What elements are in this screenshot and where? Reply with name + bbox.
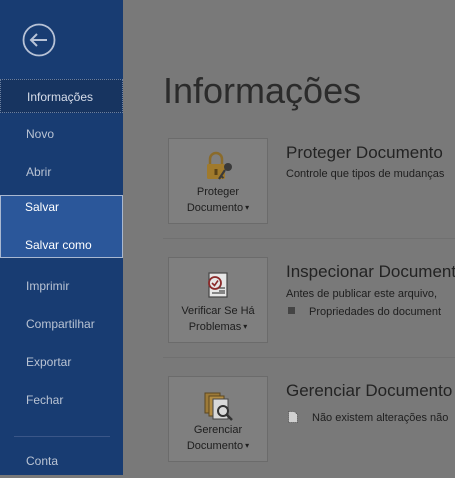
page-title: Informações — [163, 70, 362, 111]
nav-label: Salvar como — [25, 238, 92, 252]
nav-label: Compartilhar — [26, 317, 95, 331]
tile-label-line1: Proteger — [196, 186, 240, 198]
chevron-down-icon: ▾ — [245, 441, 250, 450]
manage-document-button[interactable]: Gerenciar Documento ▾ — [168, 376, 268, 462]
sidebar-divider — [14, 436, 110, 437]
lock-key-icon — [207, 151, 232, 180]
tile-label-line2: Documento — [186, 440, 244, 452]
nav-label: Conta — [26, 454, 59, 468]
manage-bullet: Não existem alterações não — [288, 411, 448, 424]
bullet-text: Não existem alterações não — [312, 412, 449, 424]
nav-fechar[interactable]: Fechar — [0, 383, 123, 417]
back-button[interactable] — [22, 23, 56, 57]
tile-label: Proteger Documento ▾ — [169, 185, 267, 216]
back-arrow-icon — [22, 23, 56, 57]
bullet-text: Propriedades do document — [309, 306, 442, 318]
tile-label: Verificar Se Há Problemas ▾ — [169, 304, 267, 335]
nav-label: Exportar — [26, 355, 72, 369]
inspect-bullet: Propriedades do document — [288, 306, 441, 318]
nav-conta[interactable]: Conta — [0, 444, 123, 478]
nav-exportar[interactable]: Exportar — [0, 345, 123, 379]
checklist-inspect-icon — [208, 272, 228, 298]
section-desc-protect: Controle que tipos de mudanças — [286, 168, 445, 180]
section-divider — [163, 357, 455, 358]
nav-salvar-como[interactable]: Salvar como — [0, 228, 123, 262]
tile-label-line1: Verificar Se Há — [181, 305, 255, 317]
section-title-inspect: Inspecionar Documento — [286, 262, 455, 281]
nav-label: Fechar — [26, 393, 64, 407]
document-magnifier-icon — [204, 392, 233, 421]
chevron-down-icon: ▾ — [243, 322, 248, 331]
nav-label: Novo — [26, 127, 55, 141]
nav-imprimir[interactable]: Imprimir — [0, 269, 123, 303]
section-desc-inspect: Antes de publicar este arquivo, — [286, 288, 438, 300]
nav-label: Abrir — [26, 165, 52, 179]
tile-label-line1: Gerenciar — [193, 424, 243, 436]
nav-abrir[interactable]: Abrir — [0, 155, 123, 189]
nav-salvar[interactable]: Salvar — [0, 190, 123, 224]
bullet-square-icon — [288, 307, 295, 314]
document-icon — [288, 411, 298, 423]
section-title-manage: Gerenciar Documento — [286, 381, 453, 400]
nav-label: Salvar — [25, 200, 60, 214]
chevron-down-icon: ▾ — [245, 203, 250, 212]
tile-label-line2: Documento — [186, 202, 244, 214]
protect-document-button[interactable]: Proteger Documento ▾ — [168, 138, 268, 224]
nav-compartilhar[interactable]: Compartilhar — [0, 307, 123, 341]
tile-label: Gerenciar Documento ▾ — [169, 423, 267, 454]
tile-label-line2: Problemas — [188, 321, 242, 333]
check-issues-button[interactable]: Verificar Se Há Problemas ▾ — [168, 257, 268, 343]
nav-label: Informações — [27, 90, 94, 104]
save-group-highlight: Salvar Salvar como — [0, 195, 123, 258]
nav-label: Imprimir — [26, 279, 70, 293]
backstage-sidebar: Informações Novo Abrir Salvar Salvar com… — [0, 0, 123, 475]
section-divider — [163, 238, 455, 239]
nav-novo[interactable]: Novo — [0, 117, 123, 151]
section-title-protect: Proteger Documento — [286, 143, 443, 162]
nav-informacoes[interactable]: Informações — [0, 79, 123, 113]
